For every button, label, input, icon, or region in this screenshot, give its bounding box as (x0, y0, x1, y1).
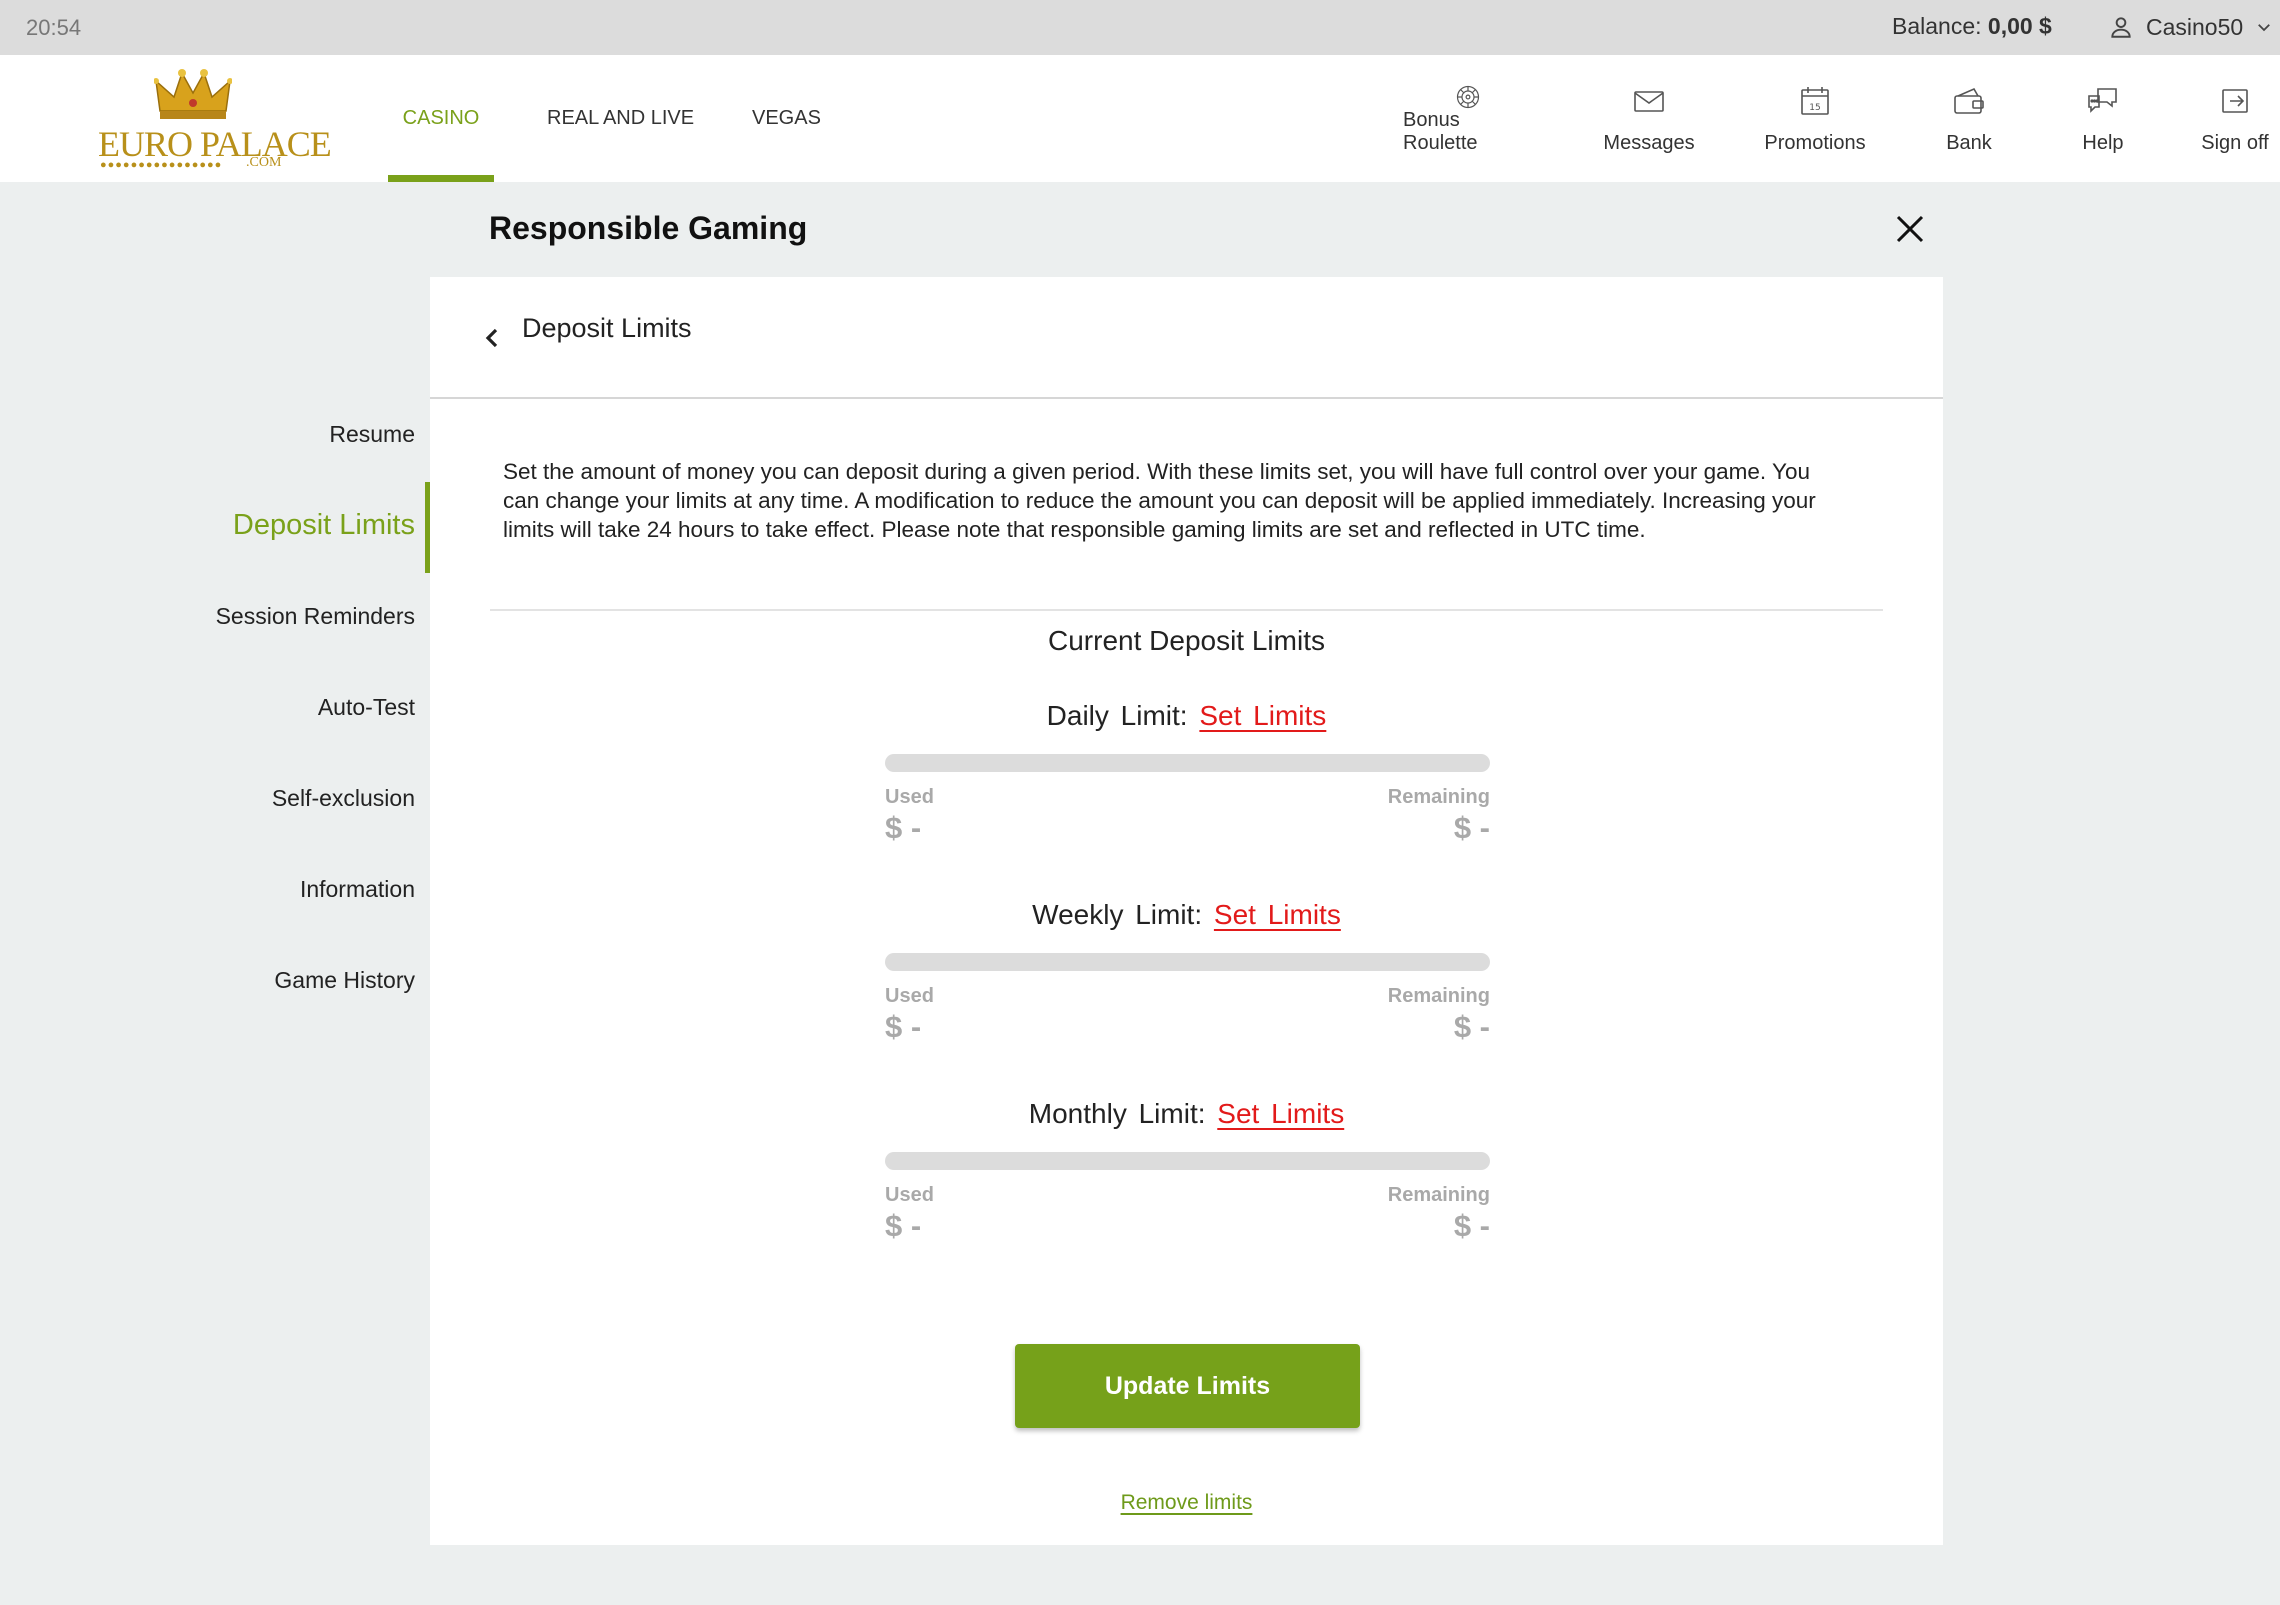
sidebar-item-auto-test[interactable]: Auto-Test (318, 694, 415, 721)
daily-used-label: Used (885, 786, 934, 808)
daily-remaining-label: Remaining (1387, 786, 1490, 808)
tab-casino[interactable]: CASINO (388, 55, 494, 182)
username: Casino50 (2146, 13, 2244, 40)
user-menu[interactable]: Casino50 (2108, 12, 2273, 42)
sign-off-icon (2222, 89, 2248, 113)
monthly-remaining-value: $ - (1453, 1208, 1490, 1243)
sidebar-item-resume[interactable]: Resume (329, 421, 415, 448)
bank-button[interactable]: Bank (1938, 85, 2000, 155)
sidebar-item-information[interactable]: Information (300, 876, 415, 903)
bonus-roulette-label: Bonus Roulette (1403, 109, 1478, 154)
deposit-limits-description: Set the amount of money you can deposit … (503, 459, 1816, 542)
weekly-used-value: $ - (885, 1009, 922, 1044)
bonus-roulette-button[interactable]: Bonus Roulette (1403, 85, 1533, 155)
weekly-limit-row: Weekly Limit: Set Limits (430, 899, 1943, 931)
status-bar: 20:54 Balance: 0,00 $ Casino50 (0, 0, 2280, 55)
sign-off-label: Sign off (2201, 132, 2269, 154)
messages-button[interactable]: Messages (1603, 85, 1695, 155)
monthly-limit-progress (885, 1152, 1490, 1170)
balance-label: Balance: (1892, 13, 1982, 39)
help-button[interactable]: Help (2075, 85, 2131, 155)
monthly-remaining-label: Remaining (1387, 1184, 1490, 1206)
messages-label: Messages (1603, 132, 1695, 154)
sidebar-item-session-reminders[interactable]: Session Reminders (216, 603, 415, 630)
panel-header: Deposit Limits (430, 277, 1943, 399)
balance-value: 0,00 $ (1987, 13, 2052, 39)
weekly-set-limits-link[interactable]: Set Limits (1214, 899, 1341, 930)
help-label: Help (2082, 132, 2124, 154)
tab-vegas-label: VEGAS (752, 107, 821, 129)
monthly-set-limits-link[interactable]: Set Limits (1217, 1098, 1344, 1129)
sidebar-item-deposit-limits[interactable]: Deposit Limits (233, 509, 415, 542)
tab-real-and-live[interactable]: REAL AND LIVE (547, 55, 694, 182)
svg-text:15: 15 (1809, 103, 1820, 113)
main-header: EURO PALACE ●●●●●●●●●●●●●●●● .COM CASINO… (0, 55, 2280, 182)
roulette-wheel-icon (1456, 85, 1480, 109)
monthly-limit-label: Monthly Limit: (1028, 1098, 1206, 1129)
remove-limits-link-text[interactable]: Remove limits (1121, 1491, 1253, 1514)
logo-suffix: .COM (246, 155, 282, 170)
monthly-used-label: Used (885, 1184, 934, 1206)
weekly-remaining-value: $ - (1453, 1009, 1490, 1044)
active-tab-underline (388, 175, 494, 182)
close-icon[interactable] (1893, 212, 1927, 246)
panel-title: Deposit Limits (522, 313, 692, 343)
euro-palace-logo[interactable]: EURO PALACE ●●●●●●●●●●●●●●●● .COM (98, 67, 332, 171)
chevron-left-icon[interactable] (480, 322, 504, 352)
wallet-icon (1954, 87, 1984, 114)
weekly-limit-progress (885, 953, 1490, 971)
weekly-limit-label: Weekly Limit: (1032, 899, 1203, 930)
calendar-icon: 15 (1801, 87, 1829, 115)
tab-real-and-live-label: REAL AND LIVE (547, 107, 695, 129)
deposit-limits-panel: Deposit Limits Set the amount of money y… (430, 277, 1943, 1545)
bank-label: Bank (1946, 132, 1992, 154)
promotions-button[interactable]: 15 Promotions (1764, 85, 1866, 155)
weekly-remaining-label: Remaining (1387, 985, 1490, 1007)
daily-limit-row: Daily Limit: Set Limits (430, 700, 1943, 732)
tab-vegas[interactable]: VEGAS (752, 55, 821, 182)
envelope-icon (1634, 91, 1664, 112)
sidebar-item-game-history[interactable]: Game History (274, 967, 415, 994)
sidebar-item-self-exclusion[interactable]: Self-exclusion (272, 785, 415, 812)
clock: 20:54 (26, 15, 82, 40)
page-title: Responsible Gaming (489, 210, 808, 246)
daily-set-limits-link[interactable]: Set Limits (1199, 700, 1326, 731)
daily-used-value: $ - (885, 810, 922, 845)
current-deposit-limits-heading: Current Deposit Limits (1048, 625, 1325, 656)
sign-off-button[interactable]: Sign off (2200, 85, 2270, 155)
divider (490, 609, 1883, 611)
monthly-used-value: $ - (885, 1208, 922, 1243)
daily-remaining-value: $ - (1453, 810, 1490, 845)
remove-limits-link: Remove limits (430, 1491, 1943, 1515)
tab-casino-label: CASINO (402, 107, 480, 129)
user-icon (2111, 17, 2131, 38)
promotions-label: Promotions (1764, 132, 1866, 154)
update-limits-button[interactable]: Update Limits (1015, 1344, 1360, 1428)
monthly-limit-row: Monthly Limit: Set Limits (430, 1098, 1943, 1130)
crown-icon (154, 69, 232, 119)
weekly-used-label: Used (885, 985, 934, 1007)
daily-limit-progress (885, 754, 1490, 772)
logo-dots: ●●●●●●●●●●●●●●●● (100, 159, 223, 171)
chat-bubbles-icon (2088, 88, 2117, 113)
daily-limit-label: Daily Limit: (1046, 700, 1188, 731)
chevron-down-icon (2258, 24, 2271, 32)
balance: Balance: 0,00 $ (1892, 13, 2052, 40)
